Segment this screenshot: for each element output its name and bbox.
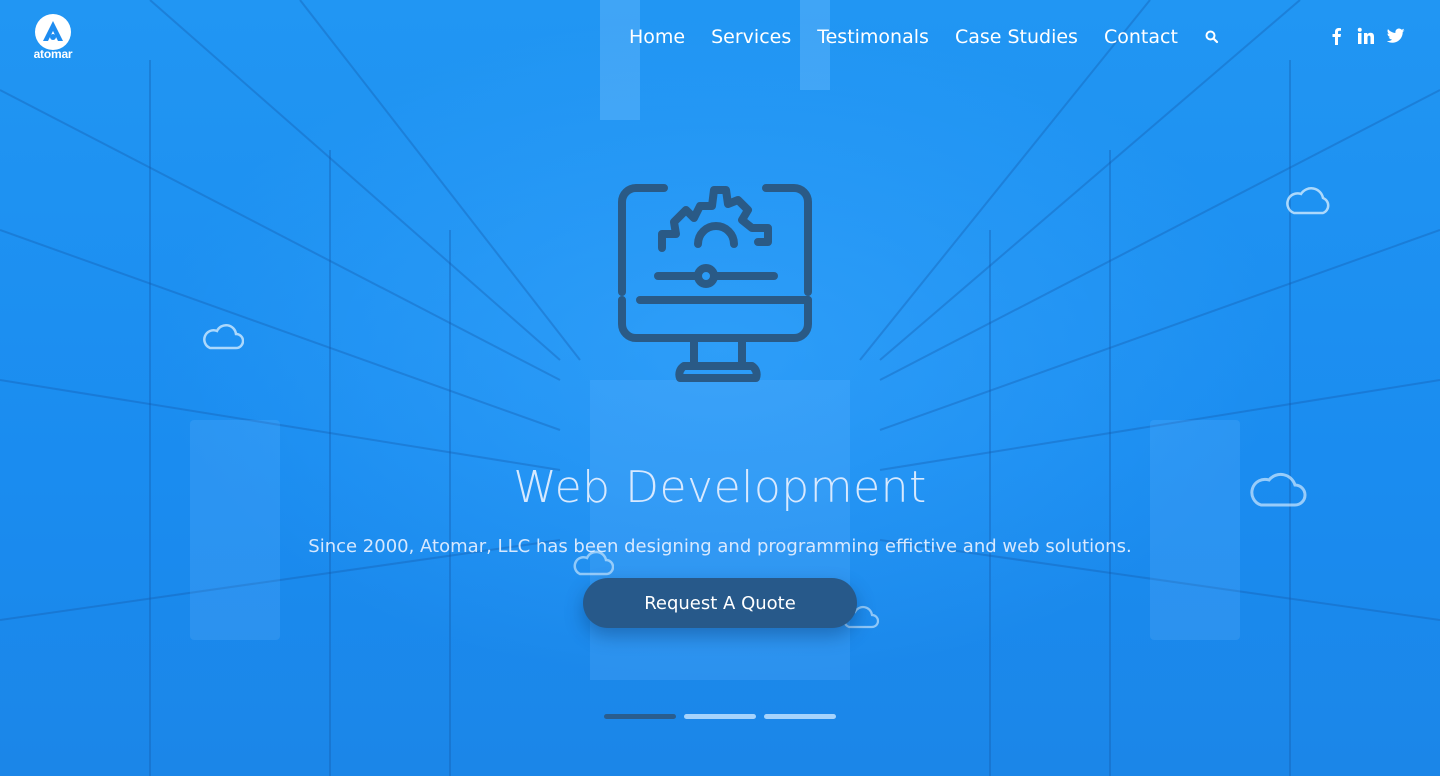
nav-item-home[interactable]: Home <box>629 26 685 48</box>
slider-pagination <box>604 714 844 719</box>
monitor-gear-icon <box>614 182 822 388</box>
slider-dot-2[interactable] <box>684 714 756 719</box>
nav-item-case-studies[interactable]: Case Studies <box>955 26 1078 48</box>
slider-dot-3[interactable] <box>764 714 836 719</box>
hero-title: Web Development <box>513 462 927 513</box>
atomar-logo-icon <box>35 14 71 50</box>
hero-section: atomar Home Services Testimonals Case St… <box>0 0 1440 776</box>
linkedin-icon[interactable] <box>1356 26 1376 46</box>
search-icon[interactable] <box>1204 29 1220 45</box>
main-nav: Home Services Testimonals Case Studies C… <box>616 22 1220 52</box>
social-links <box>1326 26 1416 46</box>
hero-subtitle: Since 2000, Atomar, LLC has been designi… <box>308 536 1132 557</box>
cloud-icon <box>203 324 244 350</box>
nav-item-contact[interactable]: Contact <box>1104 26 1178 48</box>
brand-logo[interactable]: atomar <box>28 14 78 62</box>
nav-item-services[interactable]: Services <box>711 26 791 48</box>
slider-dot-1[interactable] <box>604 714 676 719</box>
facebook-icon[interactable] <box>1326 26 1346 46</box>
nav-item-testimonials[interactable]: Testimonals <box>817 26 929 48</box>
twitter-icon[interactable] <box>1386 26 1406 46</box>
request-quote-button[interactable]: Request A Quote <box>583 578 857 628</box>
cloud-icon <box>1286 187 1330 215</box>
